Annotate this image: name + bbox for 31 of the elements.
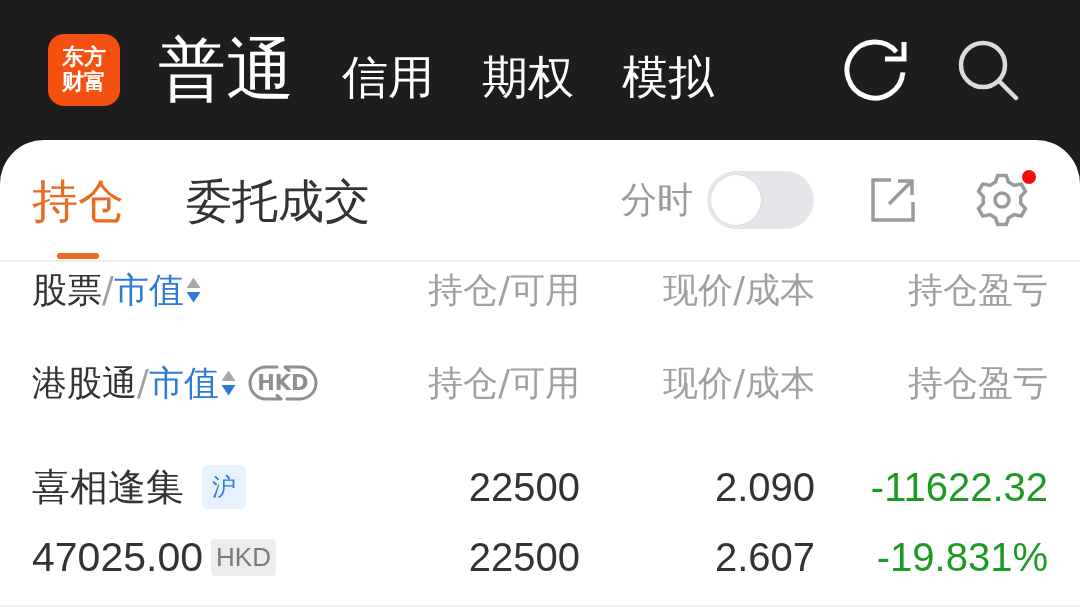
price-cell-text: 2.090	[713, 464, 815, 510]
available-cell-text: 22500	[467, 534, 580, 580]
account-tab[interactable]: 普通	[158, 29, 294, 111]
column-header: 现价/成本	[662, 268, 815, 312]
sort-button[interactable]: 市值	[113, 266, 202, 314]
account-tab[interactable]: 期权	[482, 50, 574, 106]
column-header: 持仓/可用	[427, 361, 580, 405]
share-icon[interactable]	[869, 176, 917, 224]
sort-button[interactable]: 市值	[148, 359, 237, 407]
exchange-tag: 沪	[202, 465, 246, 509]
section-title: 股票/	[32, 268, 114, 312]
settings-icon[interactable]	[974, 172, 1030, 228]
app-logo: 东方 财富	[48, 34, 120, 106]
cost-cell-text: 2.607	[713, 534, 815, 580]
position-cell-text: 22500	[467, 464, 580, 510]
toggle-label: 分时	[621, 177, 693, 222]
column-header: 持仓/可用	[427, 268, 580, 312]
stock-name[interactable]: 喜相逢集	[32, 461, 184, 513]
pnl-ratio-cell-text: -19.831%	[875, 534, 1048, 580]
refresh-icon[interactable]	[844, 38, 908, 102]
section-title: 港股通/	[32, 361, 149, 405]
pnl-cell-text: -11622.32	[869, 464, 1048, 510]
market-value: 47025.00	[32, 533, 203, 581]
column-header: 现价/成本	[662, 361, 815, 405]
column-header: 持仓盈亏	[907, 361, 1048, 405]
search-icon[interactable]	[956, 38, 1020, 102]
account-tab[interactable]: 模拟	[622, 50, 714, 106]
panel-tab[interactable]: 委托成交	[186, 140, 370, 260]
account-tab[interactable]: 信用	[342, 50, 434, 106]
column-header: 持仓盈亏	[907, 268, 1048, 312]
currency-tag: HKD	[211, 538, 276, 576]
